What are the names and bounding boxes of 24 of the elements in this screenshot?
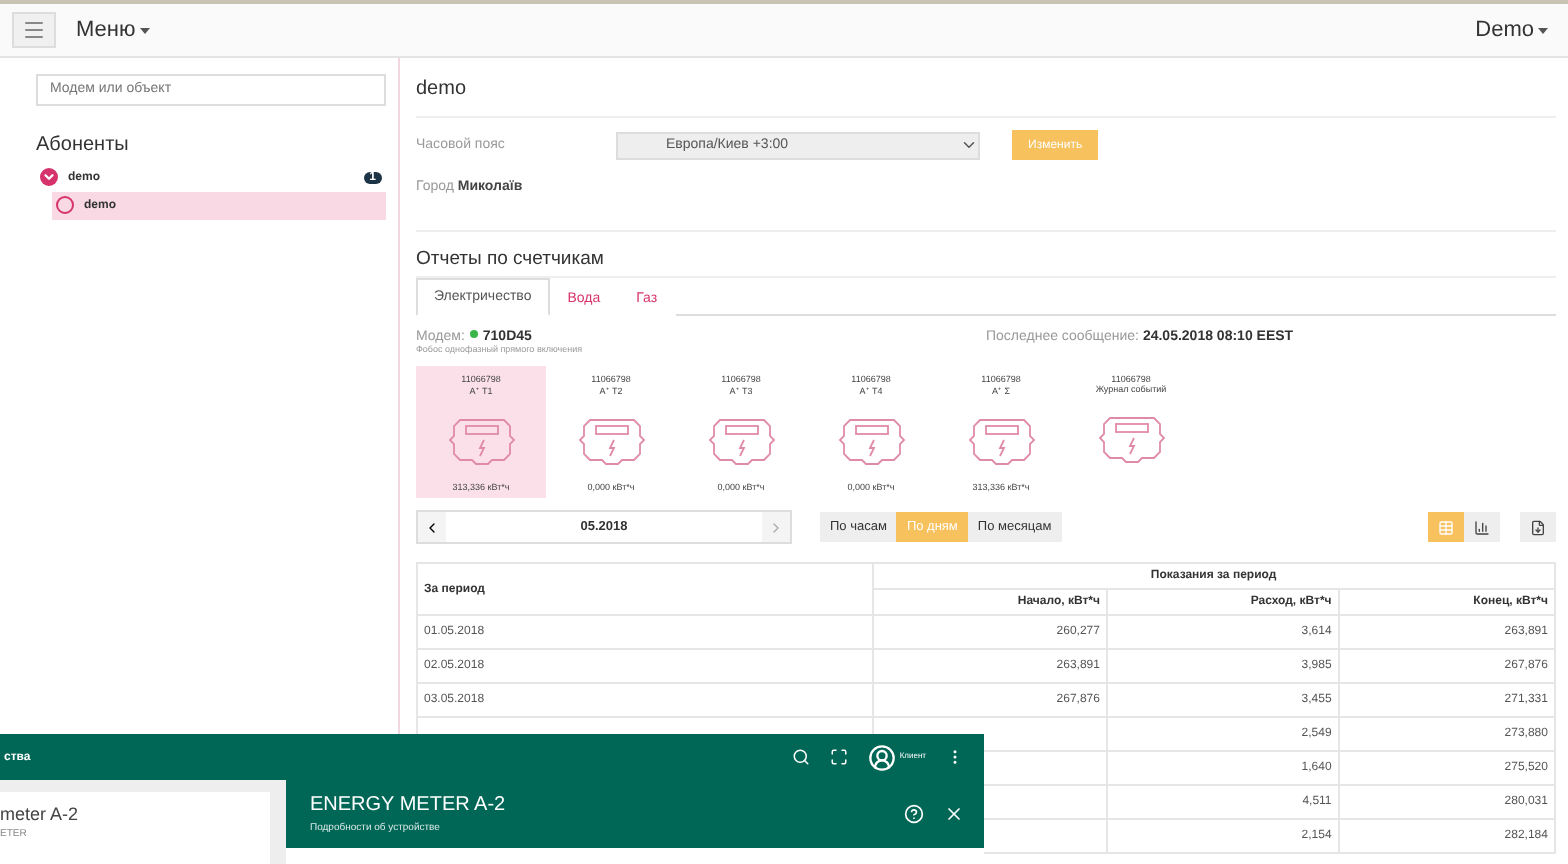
panel-title: ENERGY METER A-2 (310, 794, 506, 816)
bar-chart-icon (1474, 519, 1490, 535)
sidebar-heading: Абоненты (36, 133, 131, 155)
user-dropdown[interactable]: Demo (1475, 18, 1548, 42)
menu-icon (22, 18, 46, 42)
caret-icon (1538, 27, 1548, 33)
menu-button[interactable] (12, 12, 56, 48)
file-icon (1530, 519, 1546, 535)
search-icon[interactable] (791, 748, 810, 766)
close-icon[interactable] (944, 804, 964, 824)
table-icon (1438, 519, 1454, 535)
caret-icon (139, 27, 150, 33)
page-title: demo (416, 58, 1556, 118)
chevron-down-icon (960, 136, 978, 154)
help-icon[interactable] (904, 804, 924, 824)
export-button[interactable] (1520, 512, 1556, 542)
chevron-left-icon (424, 519, 440, 535)
view-button[interactable] (1464, 512, 1500, 542)
menu-dropdown[interactable]: Меню (76, 18, 150, 42)
device-name: meter A-2 (0, 804, 81, 824)
fullscreen-icon[interactable] (829, 748, 848, 766)
account-icon[interactable] (867, 743, 896, 771)
chevron-right-icon (768, 519, 784, 535)
expand-icon (40, 168, 58, 186)
